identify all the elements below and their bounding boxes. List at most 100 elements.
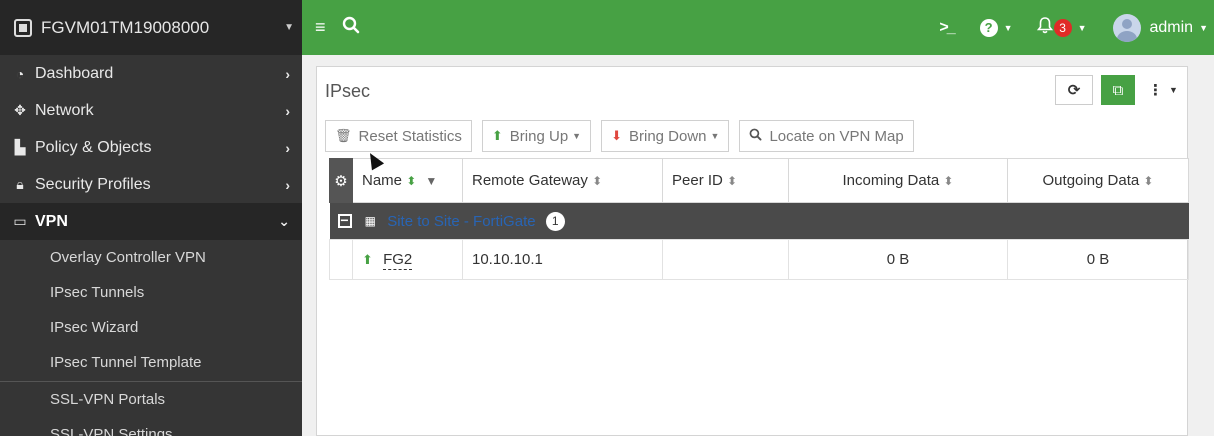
main-content: IPsec ⟳ ⧉ ⋮ ▼ 🗑︎ Reset Statistics ⬆ Brin… — [302, 55, 1214, 436]
arrow-up-circle-icon: ⬆ — [491, 128, 503, 143]
chevron-down-icon: ▼ — [1003, 22, 1013, 33]
table-header-row: ⚙ Name ⬍ ▼ Remote Gateway ⬍ Peer ID ⬍ In… — [329, 158, 1189, 203]
chevron-down-icon: ⌄ — [278, 213, 290, 229]
toolbar: 🗑︎ Reset Statistics ⬆ Bring Up ▼ ⬇ Bring… — [325, 120, 924, 152]
row-spacer-cell — [329, 239, 353, 280]
cell-remote-gateway: 10.10.10.1 — [462, 239, 663, 280]
column-header-label: Name — [362, 172, 403, 189]
trash-icon: 🗑︎ — [335, 128, 352, 143]
external-link-icon: ⧉ — [1112, 81, 1124, 99]
sort-icon: ⬍ — [1143, 174, 1154, 188]
sidebar-item-label: Dashboard — [35, 64, 114, 82]
sidebar-subitem-overlay-controller-vpn[interactable]: Overlay Controller VPN — [0, 240, 302, 275]
ipsec-panel: IPsec ⟳ ⧉ ⋮ ▼ 🗑︎ Reset Statistics ⬆ Brin… — [316, 66, 1189, 436]
reset-statistics-label: Reset Statistics — [358, 127, 462, 145]
avatar — [1112, 13, 1141, 42]
column-header-peer-id[interactable]: Peer ID ⬍ — [662, 158, 789, 203]
locate-on-vpn-map-label: Locate on VPN Map — [769, 127, 904, 145]
sidebar-item-label: Security Profiles — [35, 175, 151, 193]
vertical-ellipsis-icon: ⋮ — [1148, 82, 1164, 99]
column-settings-button[interactable]: ⚙ — [329, 158, 353, 203]
chevron-right-icon: › — [285, 139, 290, 156]
column-header-outgoing-data[interactable]: Outgoing Data ⬍ — [1007, 158, 1189, 203]
sort-icon: ⬍ — [943, 174, 954, 188]
table-row[interactable]: ⬆ FG2 10.10.10.1 0 B 0 B — [329, 239, 1189, 280]
chevron-down-icon: ▼ — [1169, 85, 1178, 95]
device-selector[interactable]: FGVM01TM19008000 ▼ — [0, 0, 302, 55]
sort-icon: ⬍ — [406, 174, 417, 188]
notifications-button[interactable]: 3 ▼ — [1036, 16, 1087, 39]
search-icon[interactable] — [342, 16, 360, 39]
sidebar-item-security-profiles[interactable]: 🔒︎ Security Profiles › — [0, 166, 302, 203]
sidebar-item-label: Network — [35, 101, 94, 119]
arrow-down-circle-icon: ⬇ — [611, 128, 622, 143]
grid-icon: ▦ — [364, 214, 377, 228]
reset-statistics-button[interactable]: 🗑︎ Reset Statistics — [325, 120, 472, 152]
locate-on-vpn-map-button[interactable]: Locate on VPN Map — [739, 120, 914, 152]
chevron-down-icon: ▼ — [284, 22, 294, 33]
filter-icon[interactable]: ▼ — [425, 174, 437, 188]
refresh-icon: ⟳ — [1067, 82, 1081, 99]
sidebar: FGVM01TM19008000 ▼ ◔ Dashboard › ✥ Netwo… — [0, 0, 302, 436]
sidebar-subitem-ssl-vpn-settings[interactable]: SSL-VPN Settings — [0, 417, 302, 436]
sidebar-subitem-ssl-vpn-portals[interactable]: SSL-VPN Portals — [0, 382, 302, 417]
sidebar-item-vpn[interactable]: ▭ VPN ⌄ — [0, 203, 302, 240]
cell-incoming-data: 0 B — [788, 239, 1008, 280]
sidebar-item-label: Policy & Objects — [35, 138, 152, 156]
bring-down-label: Bring Down — [628, 127, 707, 145]
column-header-label: Outgoing Data — [1042, 172, 1140, 189]
tunnel-name-link[interactable]: FG2 — [383, 251, 413, 270]
bring-up-button[interactable]: ⬆ Bring Up ▼ — [481, 120, 592, 152]
cell-outgoing-data: 0 B — [1007, 239, 1189, 280]
sidebar-item-network[interactable]: ✥ Network › — [0, 92, 302, 129]
group-cell: − ▦ Site to Site - FortiGate 1 — [329, 202, 1189, 240]
sidebar-item-label: VPN — [35, 212, 68, 230]
cli-console-icon[interactable]: >_ — [939, 19, 955, 37]
sidebar-subitem-ipsec-wizard[interactable]: IPsec Wizard — [0, 310, 302, 345]
column-header-incoming-data[interactable]: Incoming Data ⬍ — [788, 158, 1008, 203]
device-icon — [14, 18, 32, 37]
network-icon: ✥ — [14, 102, 26, 118]
status-up-icon: ⬆ — [362, 252, 373, 267]
refresh-button[interactable]: ⟳ — [1055, 75, 1093, 105]
sidebar-subitem-ipsec-tunnel-template[interactable]: IPsec Tunnel Template — [0, 345, 302, 380]
bring-down-button[interactable]: ⬇ Bring Down ▼ — [601, 120, 730, 152]
chevron-right-icon: › — [285, 102, 290, 119]
chevron-right-icon: › — [285, 65, 290, 82]
ipsec-tunnels-table: ⚙ Name ⬍ ▼ Remote Gateway ⬍ Peer ID ⬍ In… — [329, 158, 1189, 280]
menu-icon[interactable]: ≡ — [315, 17, 326, 38]
search-icon — [749, 128, 762, 144]
laptop-icon: ▭ — [13, 213, 27, 229]
sort-icon: ⬍ — [592, 174, 603, 188]
open-in-new-window-button[interactable]: ⧉ — [1101, 75, 1135, 105]
column-header-label: Remote Gateway — [472, 172, 588, 189]
cell-peer-id — [662, 239, 789, 280]
gear-icon: ⚙ — [334, 172, 348, 190]
more-options-button[interactable]: ⋮ ▼ — [1143, 75, 1183, 105]
help-icon: ? — [979, 18, 998, 37]
dashboard-icon: ◔ — [15, 65, 25, 82]
bring-up-label: Bring Up — [509, 127, 569, 145]
column-header-remote-gateway[interactable]: Remote Gateway ⬍ — [462, 158, 663, 203]
group-row[interactable]: − ▦ Site to Site - FortiGate 1 — [329, 202, 1189, 240]
sort-icon: ⬍ — [727, 174, 738, 188]
lock-icon: 🔒︎ — [16, 176, 24, 192]
group-count-badge: 1 — [545, 211, 565, 231]
sidebar-subitem-ipsec-tunnels[interactable]: IPsec Tunnels — [0, 275, 302, 310]
group-label: Site to Site - FortiGate — [387, 212, 536, 230]
sidebar-item-policy-objects[interactable]: ▙ Policy & Objects › — [0, 129, 302, 166]
chevron-down-icon: ▼ — [1077, 22, 1087, 33]
chevron-down-icon: ▼ — [710, 131, 720, 141]
cell-name: ⬆ FG2 — [352, 239, 463, 280]
collapse-icon[interactable]: − — [337, 213, 352, 228]
device-name: FGVM01TM19008000 — [41, 17, 210, 37]
user-menu-button[interactable]: admin ▼ — [1112, 13, 1208, 42]
sidebar-item-dashboard[interactable]: ◔ Dashboard › — [0, 55, 302, 92]
help-button[interactable]: ? ▼ — [979, 18, 1013, 37]
bell-icon — [1036, 16, 1053, 39]
username: admin — [1149, 18, 1194, 36]
chevron-down-icon: ▼ — [572, 131, 582, 141]
column-header-label: Incoming Data — [842, 172, 940, 189]
top-bar: ≡ >_ ? ▼ 3 ▼ admin ▼ — [302, 0, 1214, 55]
chevron-right-icon: › — [285, 176, 290, 193]
